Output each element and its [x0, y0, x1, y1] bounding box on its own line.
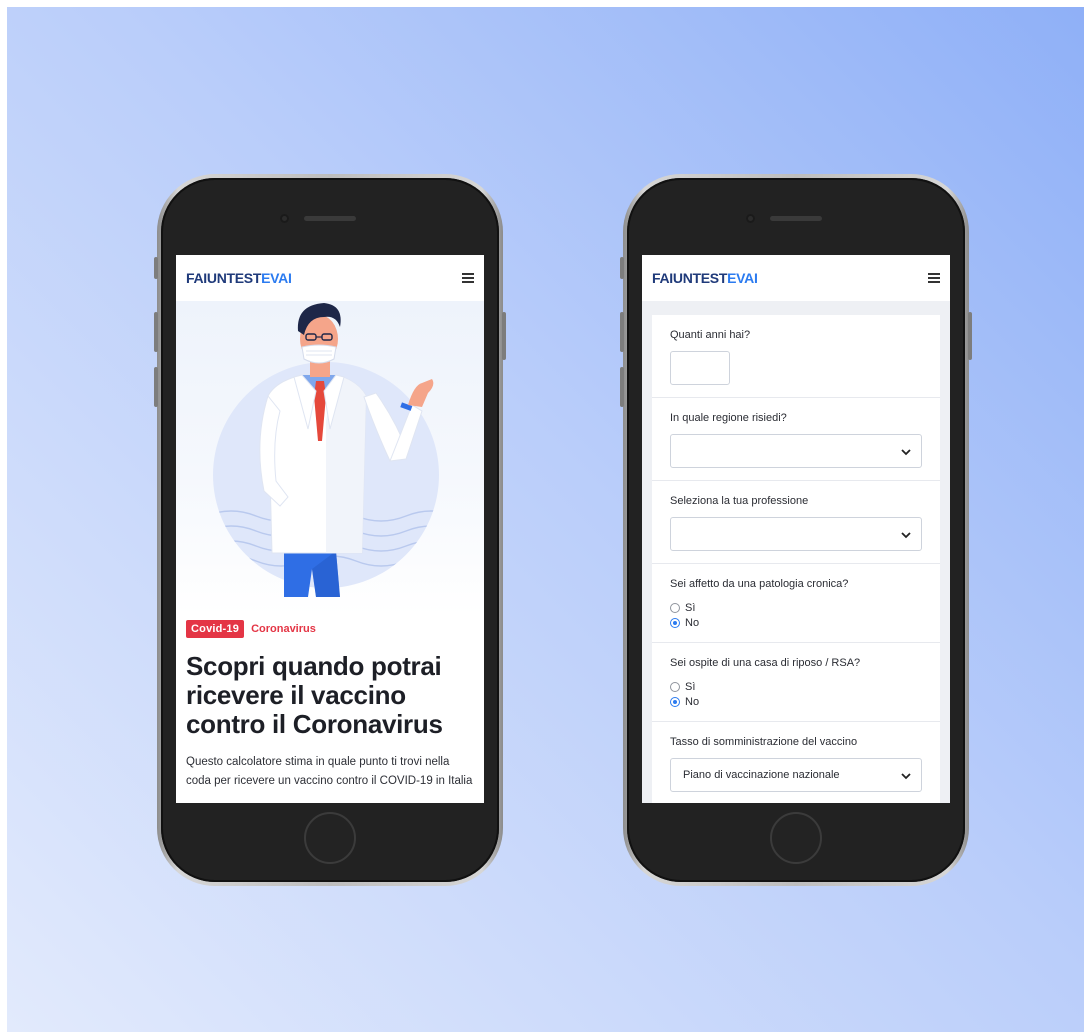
rate-select[interactable]: Piano di vaccinazione nazionale [670, 758, 922, 792]
screen-article: FAIUNTESTEVAI Covid-19 Coronavirus Scopr… [176, 255, 484, 803]
chevron-down-icon [901, 449, 911, 456]
category-link[interactable]: Coronavirus [251, 623, 316, 635]
article-headline: Scopri quando potrai ricevere il vaccino… [186, 651, 443, 739]
option-label: Sì [685, 680, 696, 693]
question-chronic: Sei affetto da una patologia cronica? Sì… [652, 564, 940, 643]
logo[interactable]: FAIUNTESTEVAI [186, 270, 292, 286]
home-button [770, 812, 822, 864]
region-label: In quale regione risiedi? [670, 412, 787, 424]
logo[interactable]: FAIUNTESTEVAI [652, 270, 758, 286]
tag-covid19[interactable]: Covid-19 [186, 620, 245, 638]
question-rsa: Sei ospite di una casa di riposo / RSA? … [652, 643, 940, 722]
speaker-grille [304, 216, 356, 221]
article-lead: Questo calcolatore stima in quale punto … [186, 756, 473, 787]
hamburger-menu-icon[interactable] [928, 273, 940, 283]
age-input[interactable] [670, 351, 730, 385]
option-label: No [685, 616, 700, 629]
option-label: No [685, 695, 700, 708]
question-age: Quanti anni hai? [652, 315, 940, 398]
chronic-option-no[interactable]: No [670, 615, 922, 630]
rsa-option-no[interactable]: No [670, 694, 922, 709]
volume-up-button [154, 312, 158, 352]
chronic-option-yes[interactable]: Sì [670, 600, 922, 615]
question-profession: Seleziona la tua professione [652, 481, 940, 564]
power-button [968, 312, 972, 360]
screen-form: FAIUNTESTEVAI Quanti anni hai? In quale [642, 255, 950, 803]
age-label: Quanti anni hai? [670, 329, 751, 341]
question-rate: Tasso di somministrazione del vaccino Pi… [652, 722, 940, 803]
region-select[interactable] [670, 434, 922, 468]
hero-illustration [176, 301, 484, 616]
questionnaire: Quanti anni hai? In quale regione risied… [642, 301, 950, 803]
profession-select[interactable] [670, 517, 922, 551]
profession-label: Seleziona la tua professione [670, 495, 809, 507]
chronic-label: Sei affetto da una patologia cronica? [670, 578, 849, 590]
question-region: In quale regione risiedi? [652, 398, 940, 481]
mute-switch [154, 257, 158, 279]
phone-mockup-left: FAIUNTESTEVAI Covid-19 Coronavirus Scopr… [157, 174, 503, 886]
radio-button[interactable] [670, 681, 680, 692]
home-button [304, 812, 356, 864]
app-header: FAIUNTESTEVAI [176, 255, 484, 301]
option-label: Sì [685, 601, 696, 614]
hamburger-menu-icon[interactable] [462, 273, 474, 283]
radio-button-selected[interactable] [670, 617, 680, 628]
chevron-down-icon [901, 532, 911, 539]
volume-down-button [154, 367, 158, 407]
speaker-grille [770, 216, 822, 221]
front-camera [746, 214, 755, 223]
rsa-label: Sei ospite di una casa di riposo / RSA? [670, 657, 861, 669]
app-header: FAIUNTESTEVAI [642, 255, 950, 301]
mute-switch [620, 257, 624, 279]
front-camera [280, 214, 289, 223]
form-card: Quanti anni hai? In quale regione risied… [652, 315, 940, 803]
rsa-option-yes[interactable]: Sì [670, 679, 922, 694]
volume-up-button [620, 312, 624, 352]
power-button [502, 312, 506, 360]
rate-label: Tasso di somministrazione del vaccino [670, 736, 858, 748]
article-tags: Covid-19 Coronavirus [176, 620, 484, 638]
phone-mockup-right: FAIUNTESTEVAI Quanti anni hai? In quale [623, 174, 969, 886]
doctor-illustration [213, 303, 439, 597]
chevron-down-icon [901, 773, 911, 780]
radio-button[interactable] [670, 602, 680, 613]
rate-select-value: Piano di vaccinazione nazionale [683, 769, 840, 781]
background: FAIUNTESTEVAI Covid-19 Coronavirus Scopr… [7, 7, 1084, 1032]
radio-button-selected[interactable] [670, 696, 680, 707]
volume-down-button [620, 367, 624, 407]
